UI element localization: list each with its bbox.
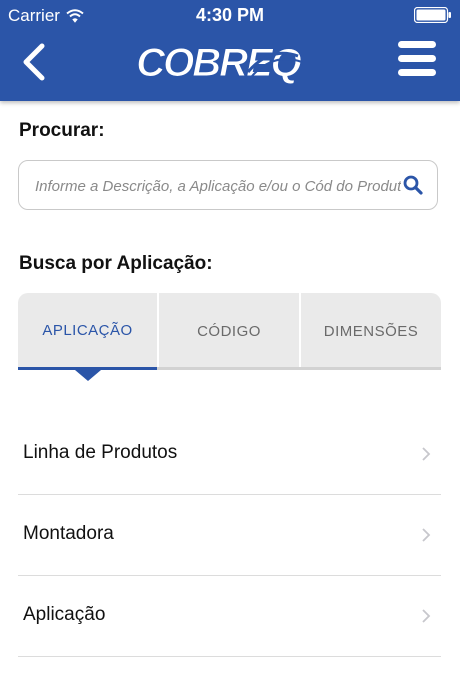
tab-label: APLICAÇÃO [42, 321, 133, 339]
search-tabs: APLICAÇÃO CÓDIGO DIMENSÕES [18, 293, 441, 381]
tab-underline [157, 367, 441, 370]
active-tab-indicator [75, 370, 101, 381]
tab-aplicacao[interactable]: APLICAÇÃO [18, 293, 157, 370]
section-title: Busca por Aplicação: [19, 253, 213, 274]
search-box [18, 160, 438, 210]
status-bar: Carrier 4:30 PM [0, 0, 460, 30]
top-bar: Carrier 4:30 PM COBREQ [0, 0, 460, 101]
status-time: 4:30 PM [195, 5, 265, 25]
list-item-linha-de-produtos[interactable]: Linha de Produtos [18, 414, 441, 495]
list-item-montadora[interactable]: Montadora [18, 495, 441, 576]
filter-list: Linha de Produtos Montadora Aplicação [18, 414, 441, 657]
cobreq-logo: COBREQ [136, 41, 304, 86]
search-icon[interactable] [403, 175, 423, 195]
tab-codigo[interactable]: CÓDIGO [159, 293, 299, 370]
search-input[interactable] [33, 173, 403, 199]
nav-bar: COBREQ [0, 30, 460, 101]
chevron-right-icon [422, 447, 431, 461]
tab-dimensoes[interactable]: DIMENSÕES [301, 293, 441, 370]
list-item-label: Montadora [23, 523, 114, 544]
list-item-label: Linha de Produtos [23, 442, 178, 463]
back-arrow-icon[interactable] [18, 42, 50, 82]
chevron-right-icon [422, 528, 431, 542]
logo-text: COBREQ [136, 41, 301, 85]
hamburger-menu-icon[interactable] [398, 41, 438, 77]
list-item-aplicacao[interactable]: Aplicação [18, 576, 441, 657]
battery-icon [414, 7, 451, 23]
chevron-right-icon [422, 609, 431, 623]
tab-label: DIMENSÕES [323, 323, 419, 340]
list-item-label: Aplicação [23, 604, 106, 625]
search-label: Procurar: [19, 120, 105, 141]
tab-label: CÓDIGO [197, 323, 261, 340]
